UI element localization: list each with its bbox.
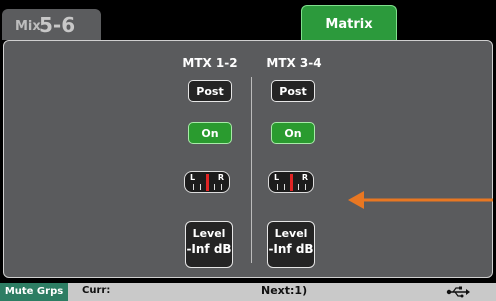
mtx-3-4-level-button[interactable]: Level -Inf dB <box>267 221 315 268</box>
pan-tick <box>193 184 194 190</box>
pan-needle <box>290 174 293 191</box>
level-label: Level <box>274 227 308 240</box>
curr-scene-label: Curr: <box>82 285 111 296</box>
level-value: -Inf dB <box>268 242 314 256</box>
mix-prefix: Mix <box>15 19 41 34</box>
mtx-3-4-on-button[interactable]: On <box>271 122 315 144</box>
pan-needle <box>206 174 209 191</box>
mtx-3-4-post-button[interactable]: Post <box>271 80 315 102</box>
mute-grps-button[interactable]: Mute Grps <box>0 283 68 301</box>
level-label: Level <box>192 227 226 240</box>
pan-tick <box>305 184 306 190</box>
status-bar <box>0 283 496 301</box>
mix-tab[interactable]: Mix 5-6 <box>2 9 101 40</box>
mix-number: 5-6 <box>39 13 76 37</box>
pan-tick <box>277 184 278 190</box>
pan-right-label: R <box>217 173 224 182</box>
mtx-3-4-pan-control[interactable]: L R <box>268 171 314 193</box>
matrix-sends-panel <box>3 40 493 278</box>
arrow-left-icon <box>348 191 493 209</box>
mtx-3-4-title: MTX 3-4 <box>266 56 322 70</box>
pan-tick <box>298 184 299 190</box>
mtx-1-2-level-button[interactable]: Level -Inf dB <box>185 221 233 268</box>
pan-tick <box>200 184 201 190</box>
pan-right-label: R <box>301 173 308 182</box>
mtx-1-2-title: MTX 1-2 <box>182 56 238 70</box>
pan-left-label: L <box>190 173 196 182</box>
usb-icon <box>446 286 470 298</box>
column-divider <box>251 77 252 263</box>
next-scene-label: Next:1) <box>261 284 308 297</box>
mtx-1-2-pan-control[interactable]: L R <box>184 171 230 193</box>
tab-matrix-sends[interactable]: Matrix Sends <box>301 5 397 70</box>
mtx-1-2-post-button[interactable]: Post <box>188 80 232 102</box>
pan-tick <box>284 184 285 190</box>
pan-tick <box>221 184 222 190</box>
pan-tick <box>214 184 215 190</box>
level-value: -Inf dB <box>186 242 232 256</box>
mtx-1-2-on-button[interactable]: On <box>188 122 232 144</box>
pan-left-label: L <box>274 173 280 182</box>
